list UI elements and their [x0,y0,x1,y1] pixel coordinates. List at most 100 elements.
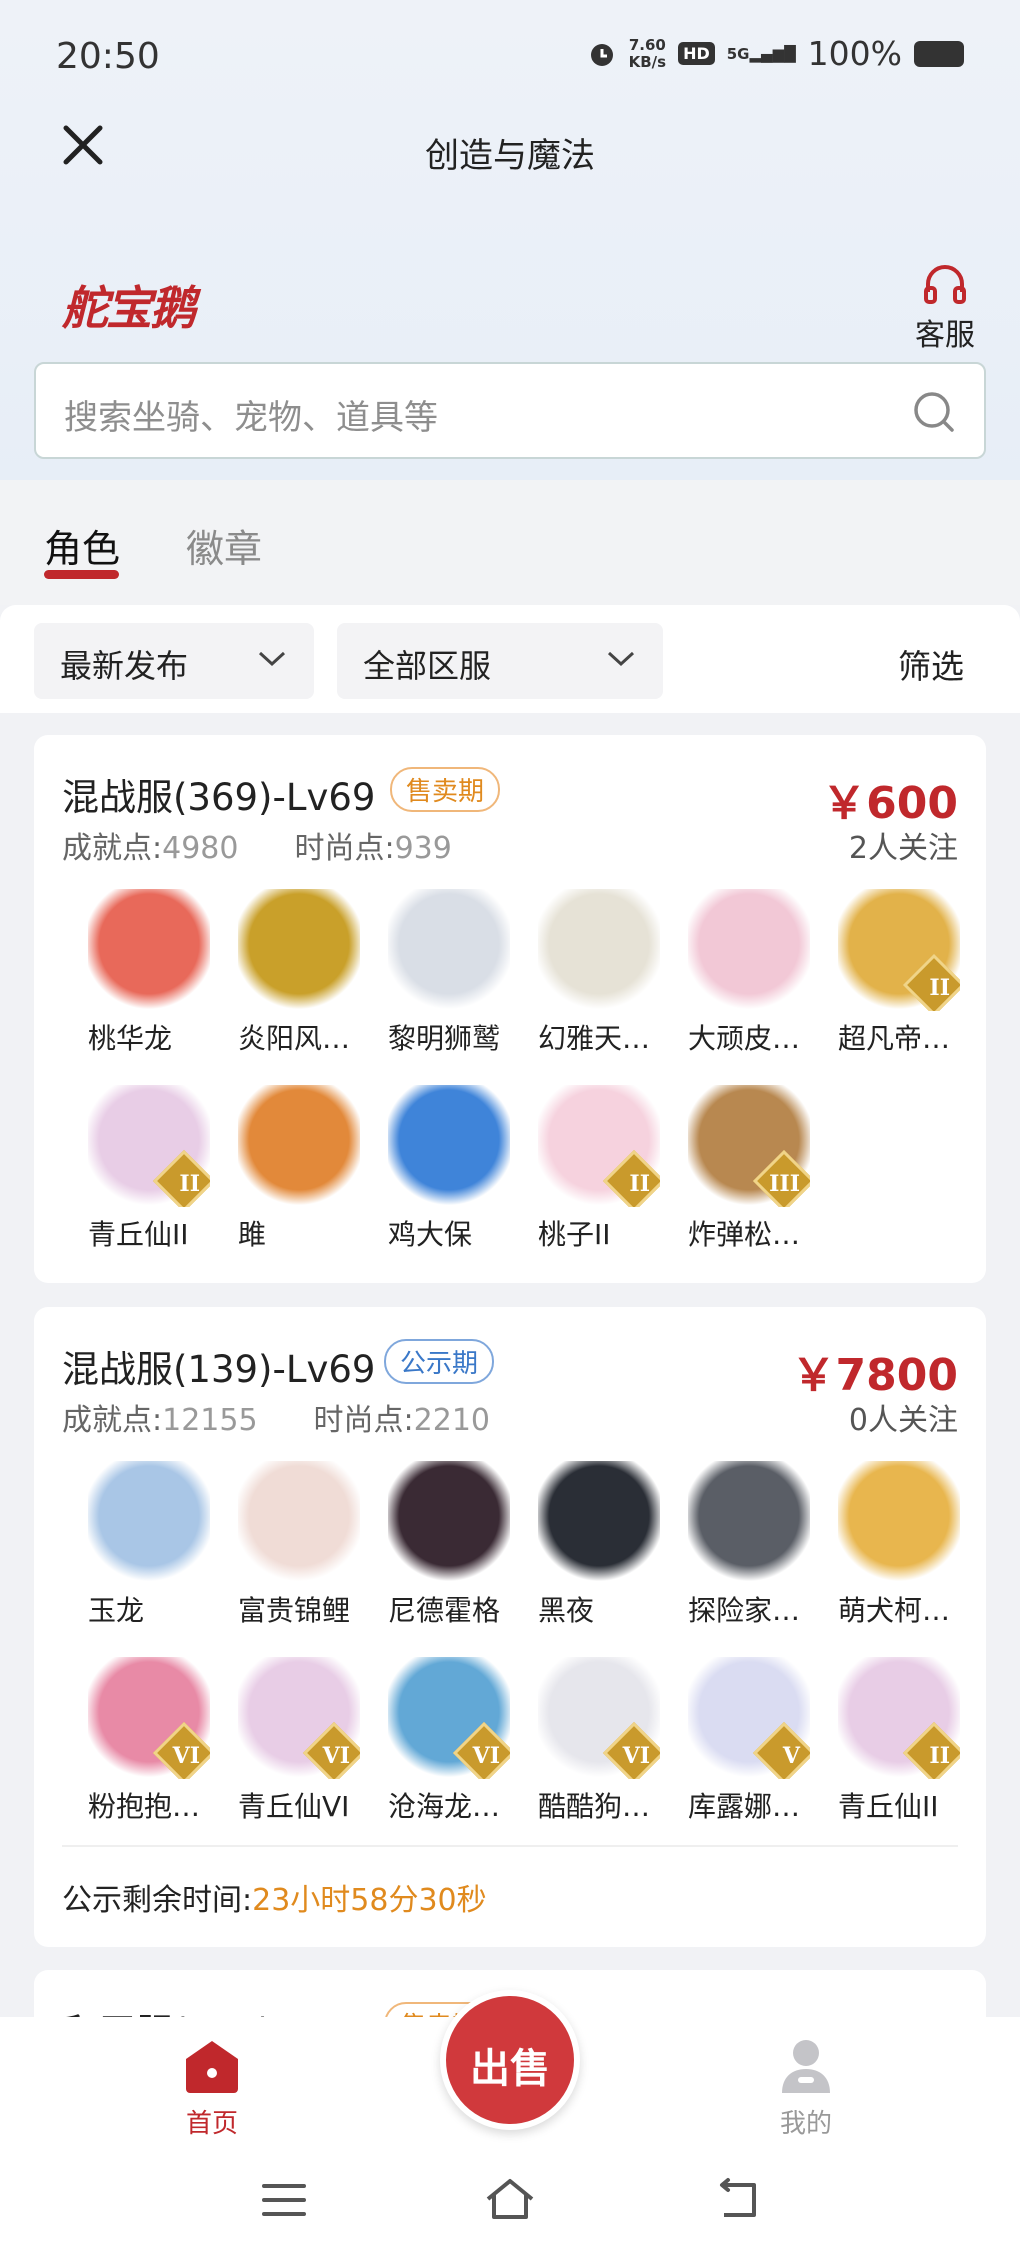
item-name: 幻雅天… [538,1022,651,1055]
item-thumbnail[interactable]: 幻雅天… [538,889,660,1057]
item-thumbnail[interactable]: V 库露娜… [688,1657,810,1825]
item-image [88,1461,210,1583]
item-thumbnail[interactable]: VI 沧海龙… [388,1657,510,1825]
battery-icon [914,40,964,67]
item-image [538,889,660,1011]
item-name: 酷酷狗… [538,1790,651,1823]
alarm-icon [590,43,613,66]
listing-price: ￥600 [822,778,958,829]
status-badge: 售卖期 [390,767,501,812]
item-name: 尼德霍格 [388,1594,501,1627]
listing-card[interactable]: 混战服(369)-Lv69 售卖期 ￥600 2人关注 成就点:4980 时尚点:… [34,735,986,1283]
rank-label: III [769,1171,800,1197]
signal-icon: 5G▂▄▆█ [726,44,796,63]
item-image: VI [388,1657,510,1779]
filter-bar: 最新发布 全部区服 筛选 [0,605,1020,713]
page-title: 创造与魔法 [425,136,595,176]
item-image: III [688,1085,810,1207]
item-thumbnail[interactable]: VI 酷酷狗… [538,1657,660,1825]
item-name: 青丘仙II [88,1218,189,1251]
search-input[interactable]: 搜索坐骑、宠物、道具等 [64,390,438,439]
item-thumbnail[interactable]: 桃华龙 [88,889,210,1057]
customer-service-button[interactable]: 客服 [910,262,980,354]
item-thumbnail[interactable]: VI 青丘仙VI [238,1657,360,1825]
item-thumbnail[interactable]: 尼德霍格 [388,1461,510,1629]
item-image [88,889,210,1011]
item-thumbnail[interactable]: 鸡大保 [388,1085,510,1253]
item-image [388,1461,510,1583]
tab-role[interactable]: 角色 [44,518,120,573]
divider [62,1845,958,1847]
search-box[interactable]: 搜索坐骑、宠物、道具等 [34,362,986,459]
item-thumbnail[interactable]: 萌犬柯… [838,1461,960,1629]
menu-icon[interactable] [260,2180,308,2220]
item-thumbnail[interactable]: II 青丘仙II [88,1085,210,1253]
item-name: 炎阳风… [238,1022,351,1055]
home-icon [186,2041,238,2093]
back-icon[interactable] [712,2177,762,2221]
nav-mine[interactable]: 我的 [746,2037,866,2140]
region-label: 全部区服 [363,647,492,685]
sell-button[interactable]: 出售 [440,1990,580,2130]
item-name: 粉抱抱… [88,1790,201,1823]
listing-card[interactable]: 混战服(139)-Lv69 公示期 ￥7800 0人关注 成就点:12155 时尚… [34,1307,986,1947]
app-logo: 舵宝鹅 [62,281,196,335]
rank-label: VI [172,1743,200,1769]
rank-badge-icon [752,1721,810,1779]
battery-percent: 100% [807,34,902,73]
rank-label: VI [472,1743,500,1769]
item-name: 雎 [238,1218,267,1251]
item-thumbnail[interactable]: 大顽皮… [688,889,810,1057]
tab-badge[interactable]: 徽章 [186,518,262,573]
item-thumbnail[interactable]: 玉龙 [88,1461,210,1629]
item-image: II [538,1085,660,1207]
search-icon[interactable] [912,390,956,434]
chevron-down-icon [607,651,635,667]
item-thumbnail[interactable]: VI 粉抱抱… [88,1657,210,1825]
item-thumbnail[interactable]: 雎 [238,1085,360,1253]
item-thumbnail[interactable]: 探险家… [688,1461,810,1629]
nav-mine-label: 我的 [779,2109,832,2139]
filter-button[interactable]: 筛选 [898,640,964,688]
item-thumbnail[interactable]: 富贵锦鲤 [238,1461,360,1629]
item-image [238,889,360,1011]
listing-title: 混战服(139)-Lv69 [62,1348,376,1391]
listing-price: ￥7800 [791,1350,958,1401]
countdown: 公示剩余时间:23小时58分30秒 [62,1883,487,1918]
item-thumbnail[interactable]: 炎阳风… [238,889,360,1057]
item-name: 沧海龙… [388,1790,501,1823]
active-tab-indicator [44,570,119,579]
rank-label: VI [322,1743,350,1769]
item-image [238,1461,360,1583]
item-thumbnail[interactable]: II 青丘仙II [838,1657,960,1825]
category-tabs: 角色 徽章 [0,480,1020,605]
item-thumbnail[interactable]: 黎明狮鹫 [388,889,510,1057]
system-home-icon[interactable] [482,2175,538,2223]
item-thumbnail[interactable]: III 炸弹松… [688,1085,810,1253]
clock: 20:50 [56,36,160,77]
item-name: 探险家… [688,1594,801,1627]
item-name: 大顽皮… [688,1022,801,1055]
region-dropdown[interactable]: 全部区服 [337,623,663,699]
item-image: II [838,889,960,1011]
item-name: 萌犬柯… [838,1594,951,1627]
service-label: 客服 [915,318,975,353]
item-thumbnail[interactable]: II 桃子II [538,1085,660,1253]
watch-count: 0人关注 [848,1403,958,1438]
sort-dropdown[interactable]: 最新发布 [34,623,314,699]
item-image [388,1085,510,1207]
rank-label: II [929,1743,950,1769]
item-image: V [688,1657,810,1779]
item-name: 富贵锦鲤 [238,1594,351,1627]
nav-home-label: 首页 [185,2109,238,2139]
nav-home[interactable]: 首页 [152,2037,272,2140]
item-thumbnail[interactable]: II 超凡帝… [838,889,960,1057]
listing-stats: 成就点:12155 时尚点:2210 [62,1403,491,1438]
item-name: 青丘仙VI [238,1790,350,1823]
item-image [688,1461,810,1583]
item-thumbnail[interactable]: 黑夜 [538,1461,660,1629]
item-name: 黎明狮鹫 [388,1022,501,1055]
rank-label: V [782,1743,800,1769]
item-name: 桃华龙 [88,1022,173,1055]
item-name: 桃子II [538,1218,611,1251]
